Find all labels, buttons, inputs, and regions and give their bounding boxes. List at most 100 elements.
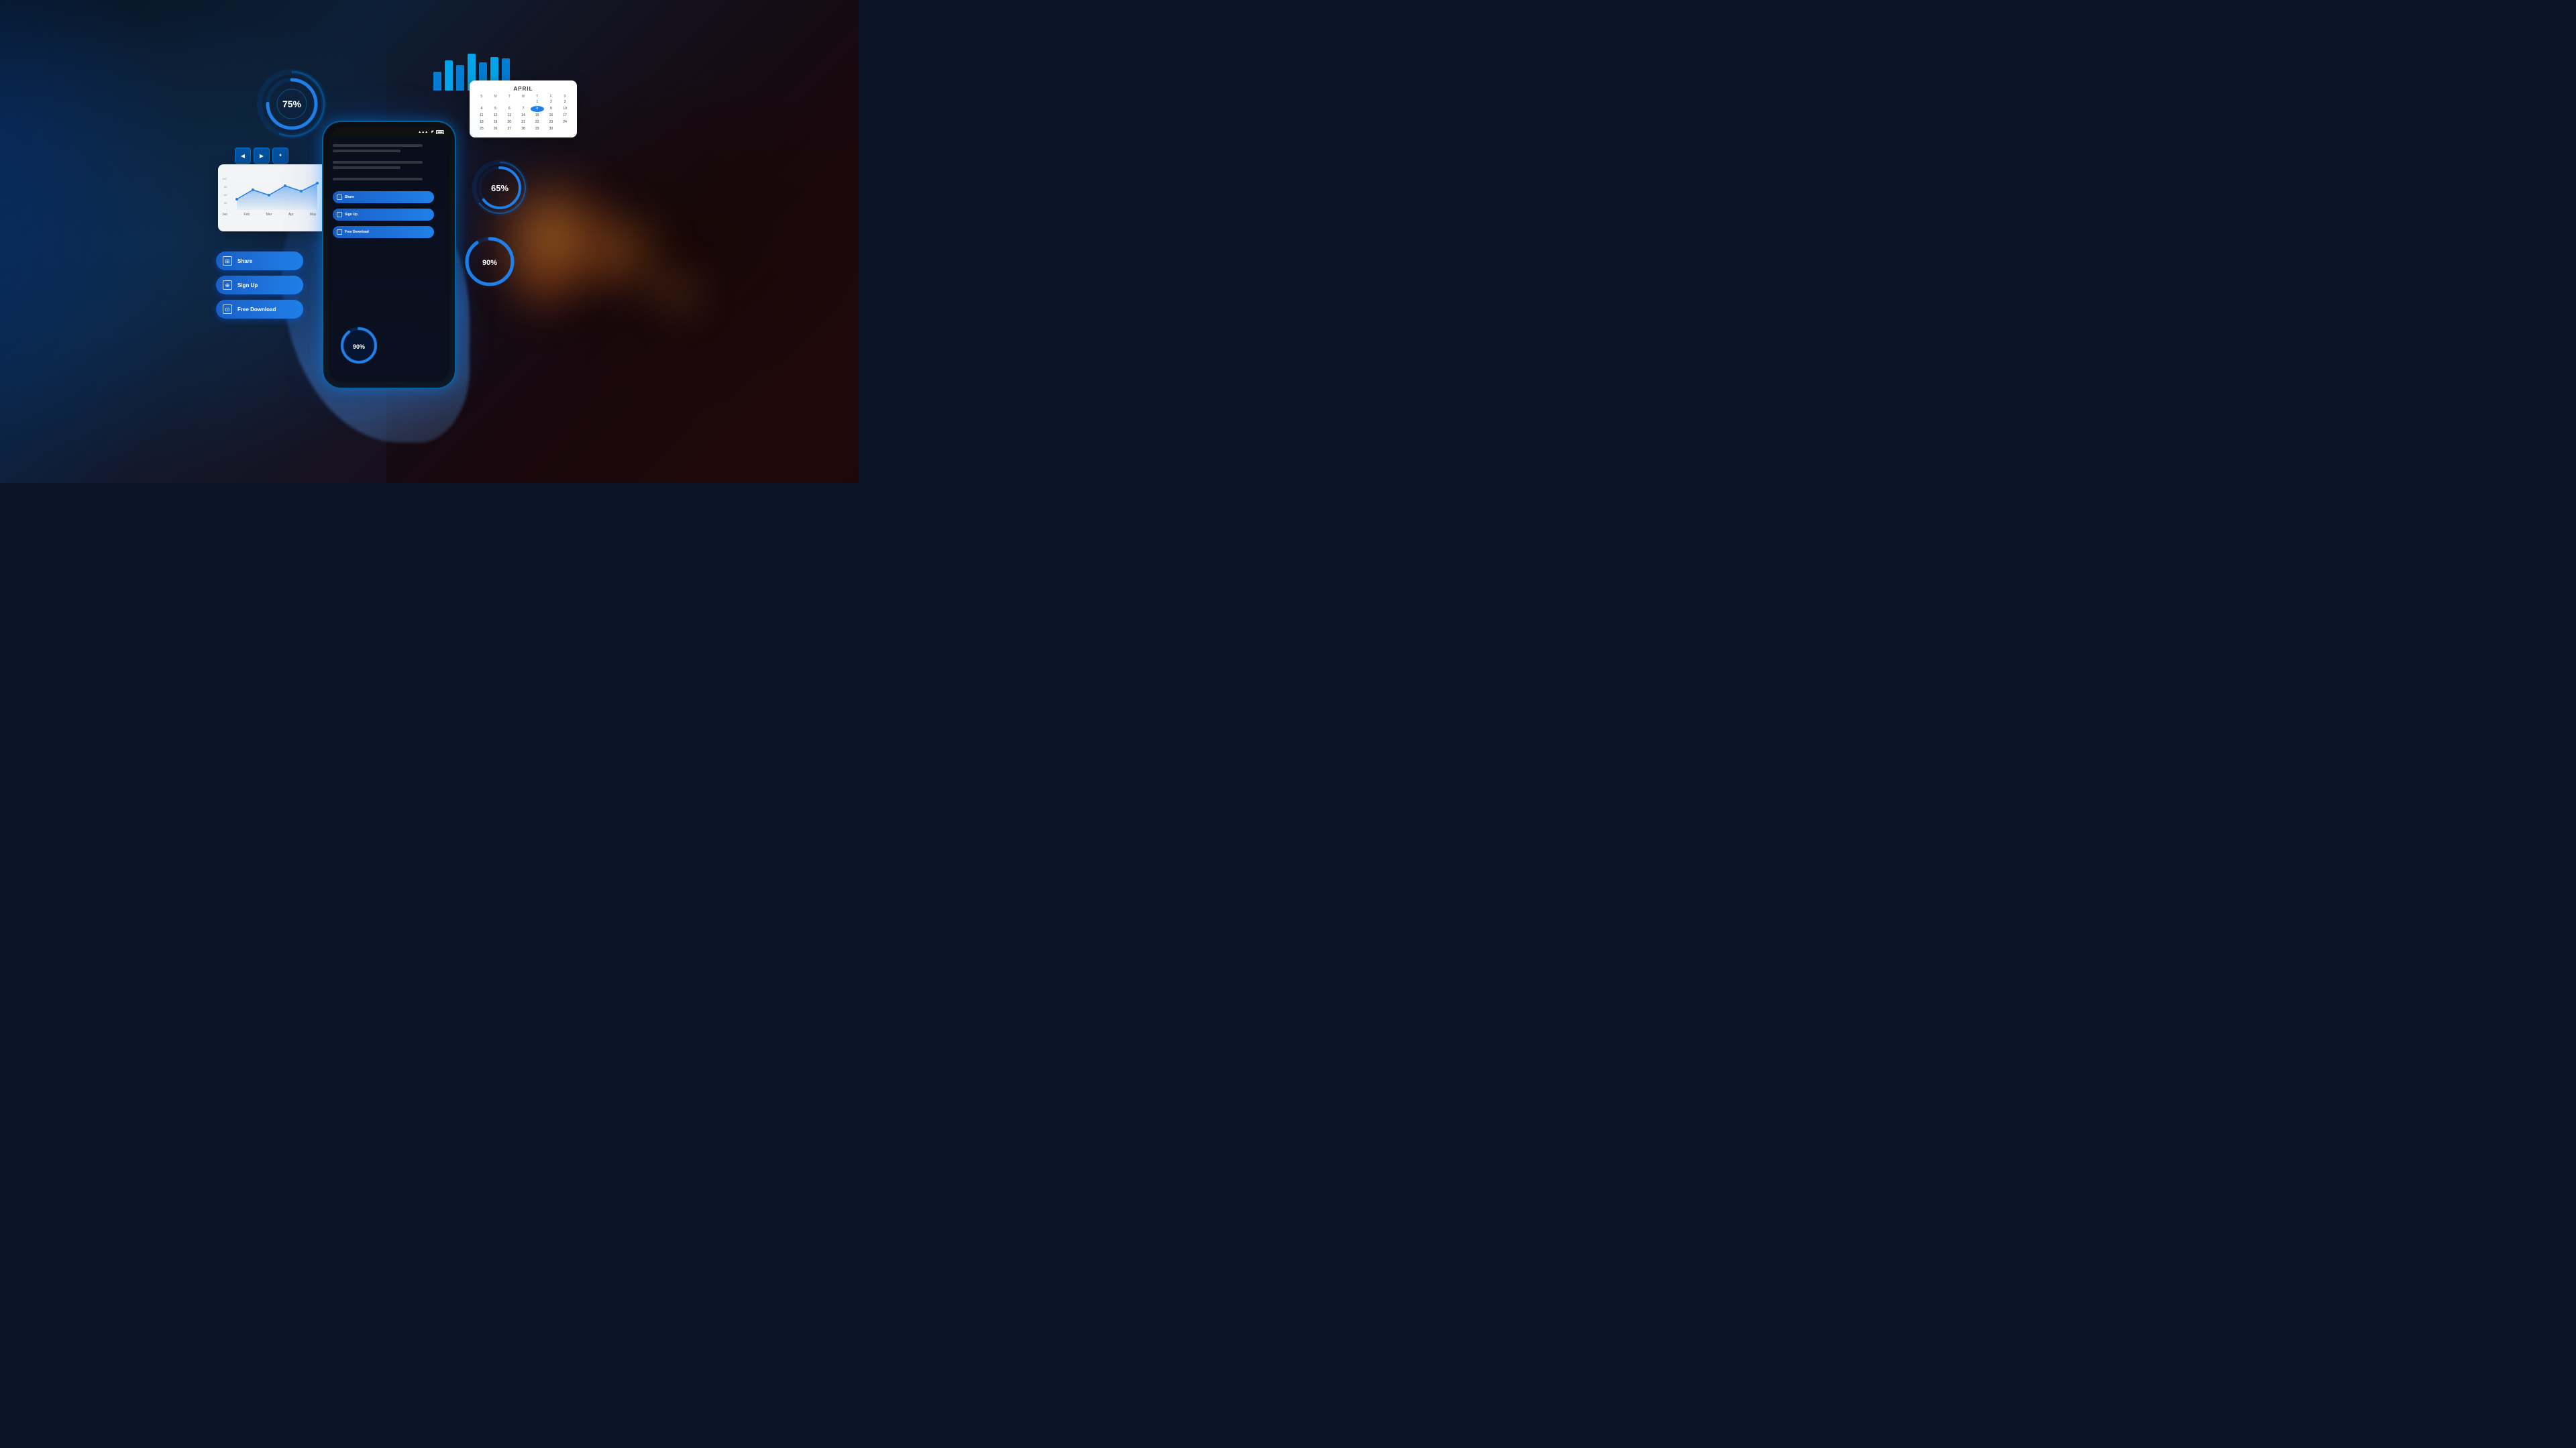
cal-header-s1: S	[475, 95, 488, 99]
share-label: Share	[237, 258, 252, 264]
cal-day-13: 13	[502, 113, 516, 119]
gauge-75-container: 75%	[255, 67, 329, 141]
cal-day-11: 11	[475, 113, 488, 119]
signup-button[interactable]: ⊕ Sign Up	[216, 276, 303, 294]
phone-screen: ▲▲▲ ◤	[329, 127, 449, 382]
cal-empty-1: -	[475, 99, 488, 105]
chart-area: 100 80 60 40	[222, 171, 338, 211]
svg-text:65%: 65%	[491, 183, 508, 193]
cal-day-7: 7	[517, 106, 530, 112]
cal-day-17: 17	[558, 113, 572, 119]
cal-header-s2: S	[558, 95, 572, 99]
media-controls: ◀ ▶ ⏸	[235, 148, 288, 164]
screen-line-1	[333, 144, 423, 147]
cal-day-29: 29	[531, 126, 544, 132]
gauge-65-svg: 65%	[466, 154, 533, 221]
cal-empty-2: -	[489, 99, 502, 105]
cal-day-28: 28	[517, 126, 530, 132]
phone-btn-3[interactable]: Free Download	[333, 226, 434, 238]
wifi-signal: ▲▲▲	[418, 130, 428, 134]
signal-bars: ◤	[431, 130, 434, 134]
phone-gauge-90: 90%	[339, 325, 379, 369]
cal-day-16: 16	[545, 113, 558, 119]
cal-header-t1: T	[502, 95, 516, 99]
cal-empty-4: -	[517, 99, 530, 105]
cal-empty-5: -	[558, 126, 572, 132]
svg-text:80: 80	[224, 185, 227, 188]
share-button[interactable]: ⊞ Share	[216, 252, 303, 270]
screen-line-2	[333, 150, 400, 152]
cal-day-1: 1	[531, 99, 544, 105]
cal-header-f: F	[545, 95, 558, 99]
cal-day-14: 14	[517, 113, 530, 119]
cal-day-19: 19	[489, 119, 502, 125]
calendar-card: APRIL S M T W T F S - - - - 1 2 3 4 5	[470, 80, 577, 137]
cal-day-8-today: 8	[531, 106, 544, 112]
main-scene: 75% ◀ ▶ ⏸ 20 24 100 80 60	[0, 0, 859, 483]
media-prev-button[interactable]: ◀	[235, 148, 251, 164]
battery-indicator	[436, 130, 444, 134]
cal-day-9: 9	[545, 106, 558, 112]
cal-day-22: 22	[531, 119, 544, 125]
line-chart-svg: 100 80 60 40	[222, 171, 329, 211]
media-play-button[interactable]: ▶	[254, 148, 270, 164]
cal-day-10: 10	[558, 106, 572, 112]
phone-btn-1[interactable]: Share	[333, 191, 434, 203]
cal-day-21: 21	[517, 119, 530, 125]
chart-label-apr: Apr	[288, 213, 294, 217]
signup-label: Sign Up	[237, 282, 258, 288]
cal-day-2: 2	[545, 99, 558, 105]
download-icon: ⊡	[223, 304, 232, 314]
cal-header-w: W	[517, 95, 530, 99]
calendar-grid: S M T W T F S - - - - 1 2 3 4 5 6 7 8	[475, 95, 572, 132]
svg-text:90%: 90%	[482, 259, 497, 267]
status-bar: ▲▲▲ ◤	[329, 127, 449, 137]
phone-btn-3-text: Free Download	[345, 230, 369, 234]
cal-day-26: 26	[489, 126, 502, 132]
cal-day-24: 24	[558, 119, 572, 125]
phone-btn-2[interactable]: Sign Up	[333, 209, 434, 221]
free-download-label: Free Download	[237, 307, 276, 313]
cal-header-t2: T	[531, 95, 544, 99]
chart-x-labels: Jan Feb Mar Apr May Jun	[222, 213, 338, 217]
free-download-button[interactable]: ⊡ Free Download	[216, 300, 303, 319]
screen-line-5	[333, 178, 423, 180]
screen-content: Share Sign Up Free Download	[329, 137, 449, 241]
signup-icon: ⊕	[223, 280, 232, 290]
cal-empty-3: -	[502, 99, 516, 105]
cal-day-12: 12	[489, 113, 502, 119]
action-buttons-container: ⊞ Share ⊕ Sign Up ⊡ Free Download	[216, 252, 303, 319]
share-icon: ⊞	[223, 256, 232, 266]
gauge-90-container: 90%	[463, 235, 517, 288]
cal-day-6: 6	[502, 106, 516, 112]
phone-btn-2-icon	[337, 212, 342, 217]
calendar-title: APRIL	[475, 86, 572, 92]
phone-btn-3-icon	[337, 229, 342, 235]
gauge-90-phone-svg: 90%	[339, 325, 379, 366]
media-pause-button[interactable]: ⏸	[272, 148, 288, 164]
chart-label-may: May	[310, 213, 316, 217]
gauge-65-container: 65%	[466, 154, 533, 221]
chart-label-feb: Feb	[244, 213, 250, 217]
svg-text:75%: 75%	[282, 99, 302, 109]
phone-wrapper: 75% ◀ ▶ ⏸ 2024 100 80 60	[322, 121, 456, 389]
svg-text:90%: 90%	[353, 343, 365, 350]
cal-day-30: 30	[545, 126, 558, 132]
screen-line-3	[333, 161, 423, 164]
cal-day-27: 27	[502, 126, 516, 132]
cal-day-3: 3	[558, 99, 572, 105]
svg-text:40: 40	[224, 201, 227, 205]
cal-day-23: 23	[545, 119, 558, 125]
cal-day-20: 20	[502, 119, 516, 125]
bar-1	[433, 72, 441, 91]
cal-day-25: 25	[475, 126, 488, 132]
cal-day-18: 18	[475, 119, 488, 125]
svg-text:100: 100	[222, 177, 227, 180]
phone-btn-1-text: Share	[345, 195, 354, 199]
bar-2	[445, 60, 453, 91]
gauge-90-svg: 90%	[463, 235, 517, 288]
gauge-75-svg: 75%	[255, 67, 329, 141]
cal-day-5: 5	[489, 106, 502, 112]
chart-label-jan: Jan	[222, 213, 227, 217]
svg-text:60: 60	[224, 193, 227, 197]
